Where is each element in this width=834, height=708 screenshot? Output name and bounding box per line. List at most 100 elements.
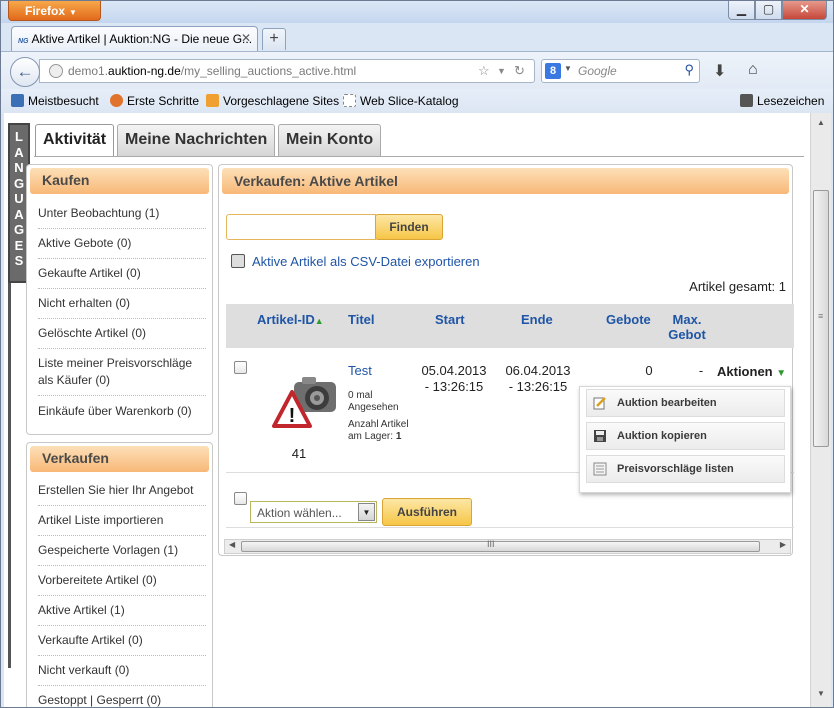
tab-aktivitaet[interactable]: Aktivität xyxy=(35,124,115,157)
firefox-menu-button[interactable]: Firefox ▼ xyxy=(8,1,101,21)
search-engine-dropdown-icon[interactable]: ▼ xyxy=(564,64,572,73)
bookmark-erste-schritte[interactable]: Erste Schritte xyxy=(110,94,199,108)
google-icon[interactable]: 8 xyxy=(545,63,561,79)
new-tab-button[interactable]: + xyxy=(262,28,286,50)
select-all-checkbox[interactable] xyxy=(234,492,247,505)
verkaufen-item[interactable]: Artikel Liste importieren xyxy=(38,512,206,529)
tab-underline xyxy=(34,156,804,157)
end-time: - 13:26:15 xyxy=(508,379,568,394)
scroll-down-icon[interactable]: ▼ xyxy=(814,689,828,703)
tab-label: Meine Nachrichten xyxy=(125,131,268,148)
bookmark-label: Lesezeichen xyxy=(757,94,825,108)
col-start[interactable]: Start xyxy=(435,312,465,327)
verkaufen-item[interactable]: Erstellen Sie hier Ihr Angebot xyxy=(38,482,206,499)
download-icon[interactable]: ⬇ xyxy=(713,61,726,81)
search-icon[interactable]: ⚲ xyxy=(684,62,694,78)
back-button[interactable]: ← xyxy=(10,57,40,87)
horizontal-scrollbar[interactable]: ◀ III ▶ xyxy=(224,539,791,554)
item-title-link[interactable]: Test xyxy=(348,363,372,379)
item-search-input[interactable] xyxy=(226,214,376,240)
chevron-down-icon: ▼ xyxy=(358,503,375,521)
menu-item-label: Auktion bearbeiten xyxy=(617,397,717,409)
scroll-right-icon[interactable]: ▶ xyxy=(780,540,786,549)
camera-warning-icon: ! xyxy=(272,377,336,428)
star-bookmark-icon[interactable]: ☆ xyxy=(478,63,490,79)
bookmark-web-slice[interactable]: Web Slice-Katalog xyxy=(343,94,459,108)
csv-export-label: Aktive Artikel als CSV-Datei exportieren xyxy=(252,254,480,269)
col-titel[interactable]: Titel xyxy=(348,312,375,327)
verkaufen-item[interactable]: Gespeicherte Vorlagen (1) xyxy=(38,542,206,559)
kaufen-title: Kaufen xyxy=(30,168,209,194)
bookmark-meistbesucht[interactable]: Meistbesucht xyxy=(11,94,99,108)
item-views: 0 mal Angesehen xyxy=(348,390,399,413)
kaufen-item[interactable]: Gekaufte Artikel (0) xyxy=(38,265,206,282)
scroll-up-icon[interactable]: ▲ xyxy=(814,118,828,132)
reload-icon[interactable]: ↻ xyxy=(514,63,525,79)
scroll-thumb[interactable] xyxy=(241,541,760,552)
suggested-sites-icon xyxy=(206,94,219,107)
minimize-button[interactable]: ▁ xyxy=(728,1,755,20)
scroll-thumb[interactable]: ≡ xyxy=(813,190,829,447)
item-start: 05.04.2013- 13:26:15 xyxy=(416,363,492,395)
verkaufen-item[interactable]: Verkaufte Artikel (0) xyxy=(38,632,206,649)
bookmark-label: Vorgeschlagene Sites xyxy=(223,94,340,108)
verkaufen-item[interactable]: Vorbereitete Artikel (0) xyxy=(38,572,206,589)
row-checkbox[interactable] xyxy=(234,361,247,374)
menu-item-copy-auction[interactable]: Auktion kopieren xyxy=(586,422,785,450)
home-icon[interactable]: ⌂ xyxy=(748,61,758,79)
kaufen-item[interactable]: Einkäufe über Warenkorb (0) xyxy=(38,403,206,420)
close-window-button[interactable]: ✕ xyxy=(782,1,827,20)
vertical-scrollbar[interactable]: ▲ ≡ ▼ xyxy=(810,113,831,707)
url-bar[interactable]: demo1.auktion-ng.de/my_selling_auctions_… xyxy=(39,59,535,83)
menu-item-list-offers[interactable]: Preisvorschläge listen xyxy=(586,455,785,483)
tab-meine-nachrichten[interactable]: Meine Nachrichten xyxy=(117,124,276,156)
list-icon xyxy=(593,462,607,476)
tab-label: Aktivität xyxy=(43,131,107,148)
col-max-gebot[interactable]: Max. Gebot xyxy=(662,312,712,342)
close-tab-icon[interactable]: ✕ xyxy=(241,31,251,45)
col-gebote[interactable]: Gebote xyxy=(606,312,651,327)
bookmark-vorgeschlagene-sites[interactable]: Vorgeschlagene Sites xyxy=(206,94,339,108)
csv-export-link[interactable]: Aktive Artikel als CSV-Datei exportieren xyxy=(231,254,480,269)
dropdown-arrow-icon: ▼ xyxy=(69,8,77,17)
kaufen-item[interactable]: Gelöschte Artikel (0) xyxy=(38,325,206,342)
divider xyxy=(38,318,206,319)
tab-mein-konto[interactable]: Mein Konto xyxy=(278,124,382,156)
kaufen-item[interactable]: Liste meiner Preisvorschläge als Käufer … xyxy=(38,355,206,389)
divider xyxy=(38,348,206,349)
search-input[interactable]: 8 ▼ Google ⚲ xyxy=(541,59,700,83)
execute-button[interactable]: Ausführen xyxy=(382,498,472,526)
kaufen-item[interactable]: Nicht erhalten (0) xyxy=(38,295,206,312)
divider xyxy=(38,288,206,289)
item-max-bid: - xyxy=(698,363,704,378)
menu-item-edit-auction[interactable]: Auktion bearbeiten xyxy=(586,389,785,417)
bookmark-label: Erste Schritte xyxy=(127,94,200,108)
kaufen-item[interactable]: Aktive Gebote (0) xyxy=(38,235,206,252)
verkaufen-item[interactable]: Nicht verkauft (0) xyxy=(38,662,206,679)
bookmarks-menu-icon xyxy=(740,94,753,107)
divider xyxy=(38,655,206,656)
bulk-action-select[interactable]: Aktion wählen... ▼ xyxy=(250,501,377,523)
col-label: Artikel-ID xyxy=(257,312,315,327)
page-content: LANGUAGES Aktivität Meine Nachrichten Me… xyxy=(4,113,810,707)
kaufen-item[interactable]: Unter Beobachtung (1) xyxy=(38,205,206,222)
col-artikel-id[interactable]: Artikel-ID▲ xyxy=(257,312,324,329)
bookmark-label: Meistbesucht xyxy=(28,94,99,108)
browser-tab[interactable]: NG Aktive Artikel | Auktion:NG - Die neue… xyxy=(11,26,258,52)
tab-label: Mein Konto xyxy=(286,131,374,148)
find-button[interactable]: Finden xyxy=(375,214,443,240)
scroll-left-icon[interactable]: ◀ xyxy=(229,540,235,549)
history-dropdown-icon[interactable]: ▼ xyxy=(497,66,506,76)
site-favicon: NG xyxy=(18,38,29,45)
col-ende[interactable]: Ende xyxy=(521,312,553,327)
stock-value: 1 xyxy=(395,431,402,442)
verkaufen-item[interactable]: Gestoppt | Gesperrt (0) xyxy=(38,692,206,707)
bookmarks-menu[interactable]: Lesezeichen xyxy=(740,94,824,108)
start-time: - 13:26:15 xyxy=(424,379,484,394)
search-placeholder: Google xyxy=(578,64,617,78)
maximize-button[interactable]: ▢ xyxy=(755,1,782,20)
actions-menu-button[interactable]: Aktionen ▼ xyxy=(717,364,786,382)
edit-icon xyxy=(593,397,606,410)
url-path: /my_selling_auctions_active.html xyxy=(180,64,357,78)
verkaufen-item[interactable]: Aktive Artikel (1) xyxy=(38,602,206,619)
